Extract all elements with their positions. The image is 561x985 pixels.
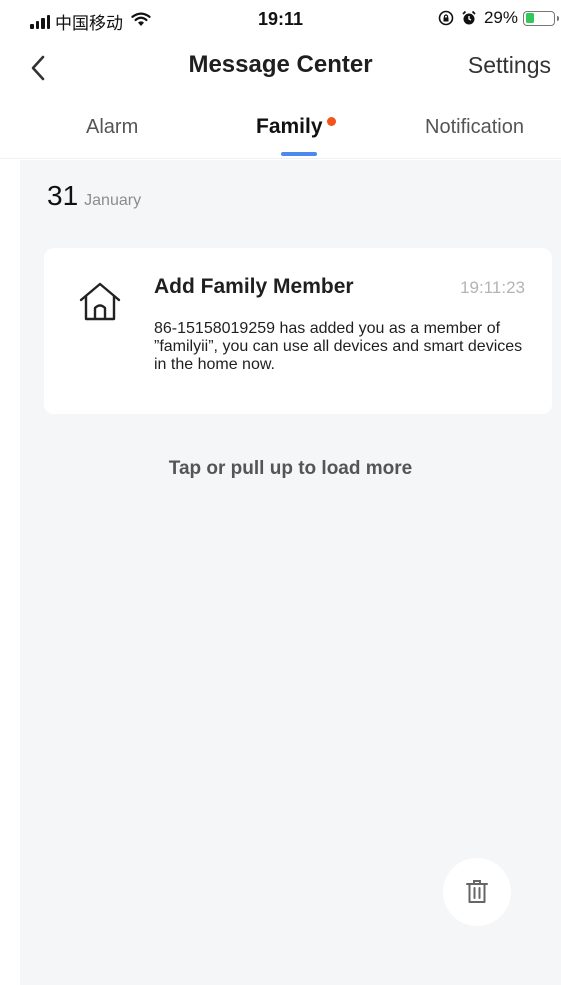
delete-button[interactable] xyxy=(443,858,511,926)
tab-bar: Alarm Family Notification xyxy=(0,100,561,159)
unread-dot xyxy=(326,117,336,126)
message-list-area[interactable]: 31 January Add Family Member 19:11:23 86… xyxy=(20,160,561,985)
date-month: January xyxy=(84,192,142,209)
load-more-button[interactable]: Tap or pull up to load more xyxy=(20,458,561,480)
battery-icon xyxy=(523,10,559,26)
message-time: 19:11:23 xyxy=(460,278,525,297)
battery-fill xyxy=(525,13,534,23)
message-body: 86-15158019259 has added you as a member… xyxy=(154,320,523,373)
tab-alarm[interactable]: Alarm xyxy=(86,116,138,139)
status-right: 29% xyxy=(438,8,559,28)
rotation-lock-icon xyxy=(438,10,454,26)
house-icon xyxy=(79,282,121,321)
date-day: 31 xyxy=(47,180,79,211)
tab-family[interactable]: Family xyxy=(256,115,336,139)
tab-family-label: Family xyxy=(256,115,323,138)
settings-button[interactable]: Settings xyxy=(468,52,551,79)
alarm-clock-icon xyxy=(461,10,477,26)
tab-notification[interactable]: Notification xyxy=(425,116,524,139)
battery-percent: 29% xyxy=(483,8,518,27)
message-card[interactable]: Add Family Member 19:11:23 86-1515801925… xyxy=(44,248,552,414)
date-header: 31 January xyxy=(47,180,141,212)
status-bar: 中国移动 19:11 29% xyxy=(0,0,561,38)
nav-bar: Message Center Settings xyxy=(0,38,561,100)
active-tab-indicator xyxy=(281,152,317,156)
trash-icon xyxy=(466,880,488,903)
message-title: Add Family Member xyxy=(154,275,354,298)
